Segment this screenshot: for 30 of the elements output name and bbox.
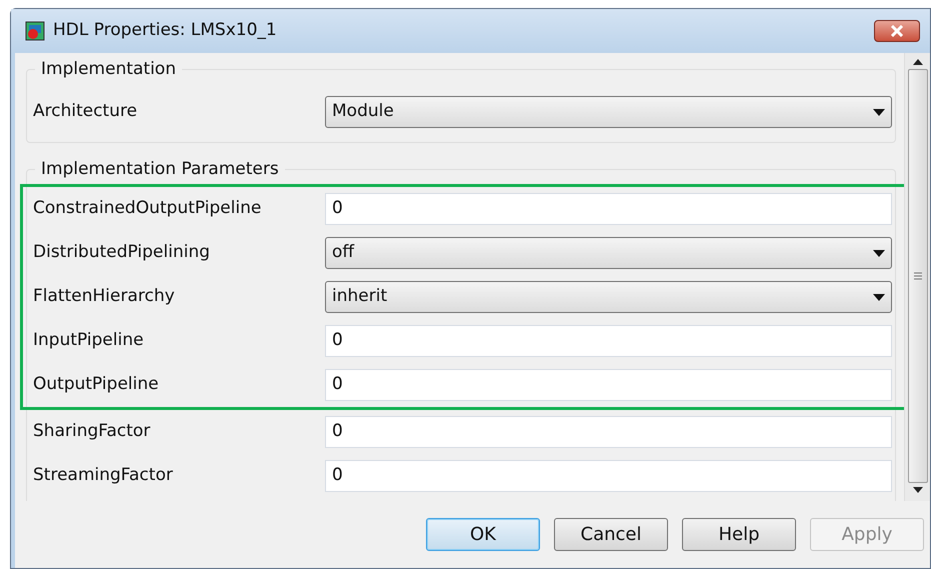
window-title: HDL Properties: LMSx10_1 xyxy=(53,19,277,42)
field-label: SharingFactor xyxy=(32,420,152,444)
input-field[interactable]: 0 xyxy=(325,416,892,448)
caret-icon xyxy=(873,294,885,300)
input-field[interactable]: 0 xyxy=(325,193,892,225)
scrollbar[interactable] xyxy=(904,53,930,501)
scroll-down-icon xyxy=(912,487,922,493)
scroll-up-icon xyxy=(912,59,922,65)
field-label: DistributedPipelining xyxy=(32,241,211,264)
dialog-button[interactable]: Help xyxy=(682,518,796,551)
caret-icon xyxy=(873,108,885,116)
field-label: ConstrainedOutputPipeline xyxy=(32,197,262,220)
input-field[interactable]: 0 xyxy=(325,369,892,401)
input-field[interactable]: 0 xyxy=(325,460,892,492)
dropdown[interactable]: off xyxy=(325,237,892,269)
field-label: Architecture xyxy=(32,100,138,124)
app-icon xyxy=(25,21,45,41)
field-label: InputPipeline xyxy=(32,329,145,352)
field-label: FlattenHierarchy xyxy=(32,285,176,308)
field-label: OutputPipeline xyxy=(32,373,160,396)
dropdown[interactable]: inherit xyxy=(325,281,892,313)
close-icon xyxy=(890,25,904,37)
close-button[interactable] xyxy=(874,20,920,42)
dialog-button[interactable]: OK xyxy=(426,518,540,551)
dropdown[interactable]: Module xyxy=(325,96,892,128)
grip-icon xyxy=(914,272,922,280)
caret-icon xyxy=(873,250,885,256)
field-label: StreamingFactor xyxy=(32,464,174,488)
dialog-button[interactable]: Cancel xyxy=(554,518,668,551)
input-field[interactable]: 0 xyxy=(325,325,892,357)
